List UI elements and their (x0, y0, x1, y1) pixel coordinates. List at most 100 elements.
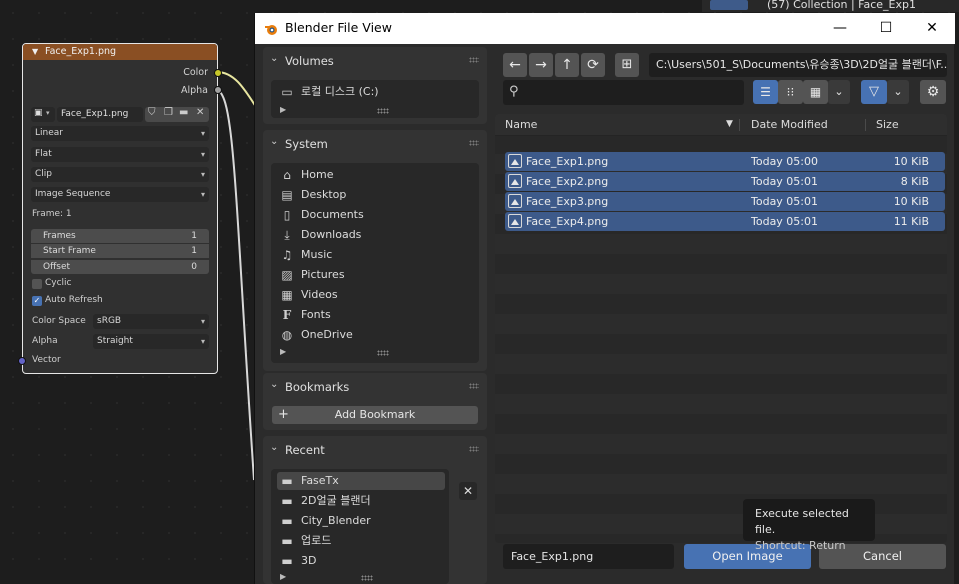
resize-grip-icon[interactable] (361, 575, 373, 581)
column-size[interactable]: Size (876, 118, 899, 131)
expand-arrow-icon[interactable]: ▶ (280, 572, 286, 581)
duplicate-icon[interactable]: ❐ (164, 107, 173, 118)
start-frame-field[interactable]: Start Frame 1 (31, 244, 209, 258)
bookmarks-panel-header[interactable]: ⌄ Bookmarks (263, 373, 487, 402)
minimize-button[interactable]: — (817, 13, 863, 44)
cyclic-checkbox[interactable] (32, 279, 42, 289)
recent-item[interactable]: ▬ City_Blender (277, 512, 445, 530)
image-texture-node[interactable]: ▼ Face_Exp1.png Color Alpha ▣ ▾ Face_Exp… (18, 43, 222, 374)
frames-field[interactable]: Frames 1 (31, 229, 209, 243)
drag-handle-icon[interactable] (469, 446, 479, 452)
image-name-field[interactable]: Face_Exp1.png (57, 107, 143, 122)
alpha-link (216, 89, 255, 481)
back-button[interactable]: ← (503, 53, 527, 77)
new-folder-button[interactable]: ⊞ (615, 53, 639, 77)
refresh-button[interactable]: ⟳ (581, 53, 605, 77)
image-browse-button[interactable]: ▣ ▾ (31, 107, 55, 122)
column-separator[interactable] (865, 119, 866, 131)
system-item-onedrive[interactable]: ◍ OneDrive (277, 326, 473, 344)
resize-grip-icon[interactable] (377, 108, 389, 114)
collection-icon (710, 0, 748, 10)
close-window-button[interactable]: ✕ (909, 13, 955, 44)
file-list[interactable]: Name ▼ Date Modified Size Face_Exp1.png … (495, 114, 947, 543)
system-item-videos[interactable]: ▦ Videos (277, 286, 473, 304)
recent-item[interactable]: ▬ FaseTx (277, 472, 445, 490)
folder-icon: ▬ (281, 474, 293, 488)
directory-path-field[interactable]: C:\Users\501_S\Documents\유승종\3D\2D얼굴 블랜더… (649, 53, 947, 77)
color-space-value: sRGB (97, 316, 122, 326)
color-space-select[interactable]: sRGB ▾ (93, 314, 209, 329)
recent-item[interactable]: ▬ 2D얼굴 블랜더 (277, 492, 445, 510)
volume-item-c[interactable]: ▭ 로컬 디스크 (C:) (277, 83, 473, 101)
file-size: 10 KiB (893, 155, 929, 168)
window-titlebar[interactable]: Blender File View — ☐ ✕ (255, 13, 955, 44)
file-row[interactable]: Face_Exp4.png Today 05:01 11 KiB (505, 212, 945, 231)
drag-handle-icon[interactable] (469, 57, 479, 63)
fake-user-icon[interactable]: ⛉ (148, 107, 156, 118)
file-row[interactable]: Face_Exp1.png Today 05:00 10 KiB (505, 152, 945, 171)
color-output-socket[interactable] (214, 69, 222, 77)
add-bookmark-button[interactable]: + Add Bookmark (272, 406, 478, 424)
recent-item[interactable]: ▬ 3D (277, 552, 445, 570)
add-bookmark-label: Add Bookmark (334, 408, 416, 421)
alpha-mode-select[interactable]: Straight ▾ (93, 334, 209, 349)
system-panel-header[interactable]: ⌄ System (263, 130, 487, 159)
expand-arrow-icon[interactable]: ▶ (280, 347, 286, 356)
search-input[interactable]: ⚲ (503, 80, 744, 105)
sort-descending-icon[interactable]: ▼ (726, 119, 733, 129)
collapse-chevron-icon[interactable]: ▼ (32, 44, 38, 60)
file-row[interactable]: Face_Exp2.png Today 05:01 8 KiB (505, 172, 945, 191)
offset-field[interactable]: Offset 0 (31, 260, 209, 274)
auto-refresh-checkbox[interactable]: ✓ (32, 296, 42, 306)
filename-input[interactable]: Face_Exp1.png (503, 544, 674, 569)
interpolation-select[interactable]: Linear ▾ (31, 126, 209, 141)
chevron-down-icon: ▾ (200, 190, 205, 199)
bookmarks-panel: ⌄ Bookmarks + Add Bookmark (263, 373, 487, 430)
file-name: Face_Exp3.png (526, 195, 609, 208)
system-item-home[interactable]: ⌂ Home (277, 166, 473, 184)
bookmarks-title: Bookmarks (285, 380, 350, 394)
extension-select[interactable]: Clip ▾ (31, 167, 209, 182)
display-thumbnails-button[interactable]: ▦ (803, 80, 828, 104)
source-select[interactable]: Image Sequence ▾ (31, 187, 209, 202)
vector-input-socket[interactable] (18, 357, 26, 365)
folder-icon[interactable]: ▬ (179, 107, 188, 118)
system-item-music[interactable]: ♫ Music (277, 246, 473, 264)
column-separator[interactable] (739, 119, 740, 131)
volumes-panel-header[interactable]: ⌄ Volumes (263, 47, 487, 76)
recent-panel-header[interactable]: ⌄ Recent (263, 436, 487, 465)
alpha-mode-value: Straight (97, 336, 133, 346)
parent-directory-button[interactable]: ↑ (555, 53, 579, 77)
filter-options-dropdown[interactable]: ⌄ (887, 80, 909, 104)
system-item-downloads[interactable]: ⤓ Downloads (277, 226, 473, 244)
remove-recent-button[interactable]: ✕ (459, 482, 477, 500)
settings-gear-button[interactable]: ⚙ (920, 80, 946, 104)
recent-item[interactable]: ▬ 업로드 (277, 532, 445, 550)
column-name[interactable]: Name (505, 118, 537, 131)
system-item-desktop[interactable]: ▤ Desktop (277, 186, 473, 204)
drag-handle-icon[interactable] (469, 140, 479, 146)
unlink-icon[interactable]: ✕ (196, 107, 204, 118)
forward-button[interactable]: → (529, 53, 553, 77)
drag-handle-icon[interactable] (469, 383, 479, 389)
node-header[interactable]: ▼ Face_Exp1.png (23, 44, 217, 60)
maximize-button[interactable]: ☐ (863, 13, 909, 44)
display-mode-dropdown[interactable]: ⌄ (828, 80, 850, 104)
folder-icon: ▬ (281, 534, 293, 548)
expand-arrow-icon[interactable]: ▶ (280, 105, 286, 114)
display-list-horizontal-button[interactable]: ⁝⁝ (778, 80, 803, 104)
system-item-pictures[interactable]: ▨ Pictures (277, 266, 473, 284)
frames-value: 1 (191, 231, 197, 241)
file-row[interactable]: Face_Exp3.png Today 05:01 10 KiB (505, 192, 945, 211)
alpha-output-socket[interactable] (214, 86, 222, 94)
filter-toggle-button[interactable]: ▽ (861, 80, 887, 104)
start-frame-value: 1 (191, 246, 197, 256)
column-date[interactable]: Date Modified (751, 118, 828, 131)
recent-item-label: 2D얼굴 블랜더 (301, 494, 371, 507)
projection-select[interactable]: Flat ▾ (31, 147, 209, 162)
system-item-label: Music (301, 248, 333, 261)
system-item-fonts[interactable]: F Fonts (277, 306, 473, 324)
resize-grip-icon[interactable] (377, 350, 389, 356)
system-item-documents[interactable]: ▯ Documents (277, 206, 473, 224)
display-list-vertical-button[interactable]: ☰ (753, 80, 778, 104)
